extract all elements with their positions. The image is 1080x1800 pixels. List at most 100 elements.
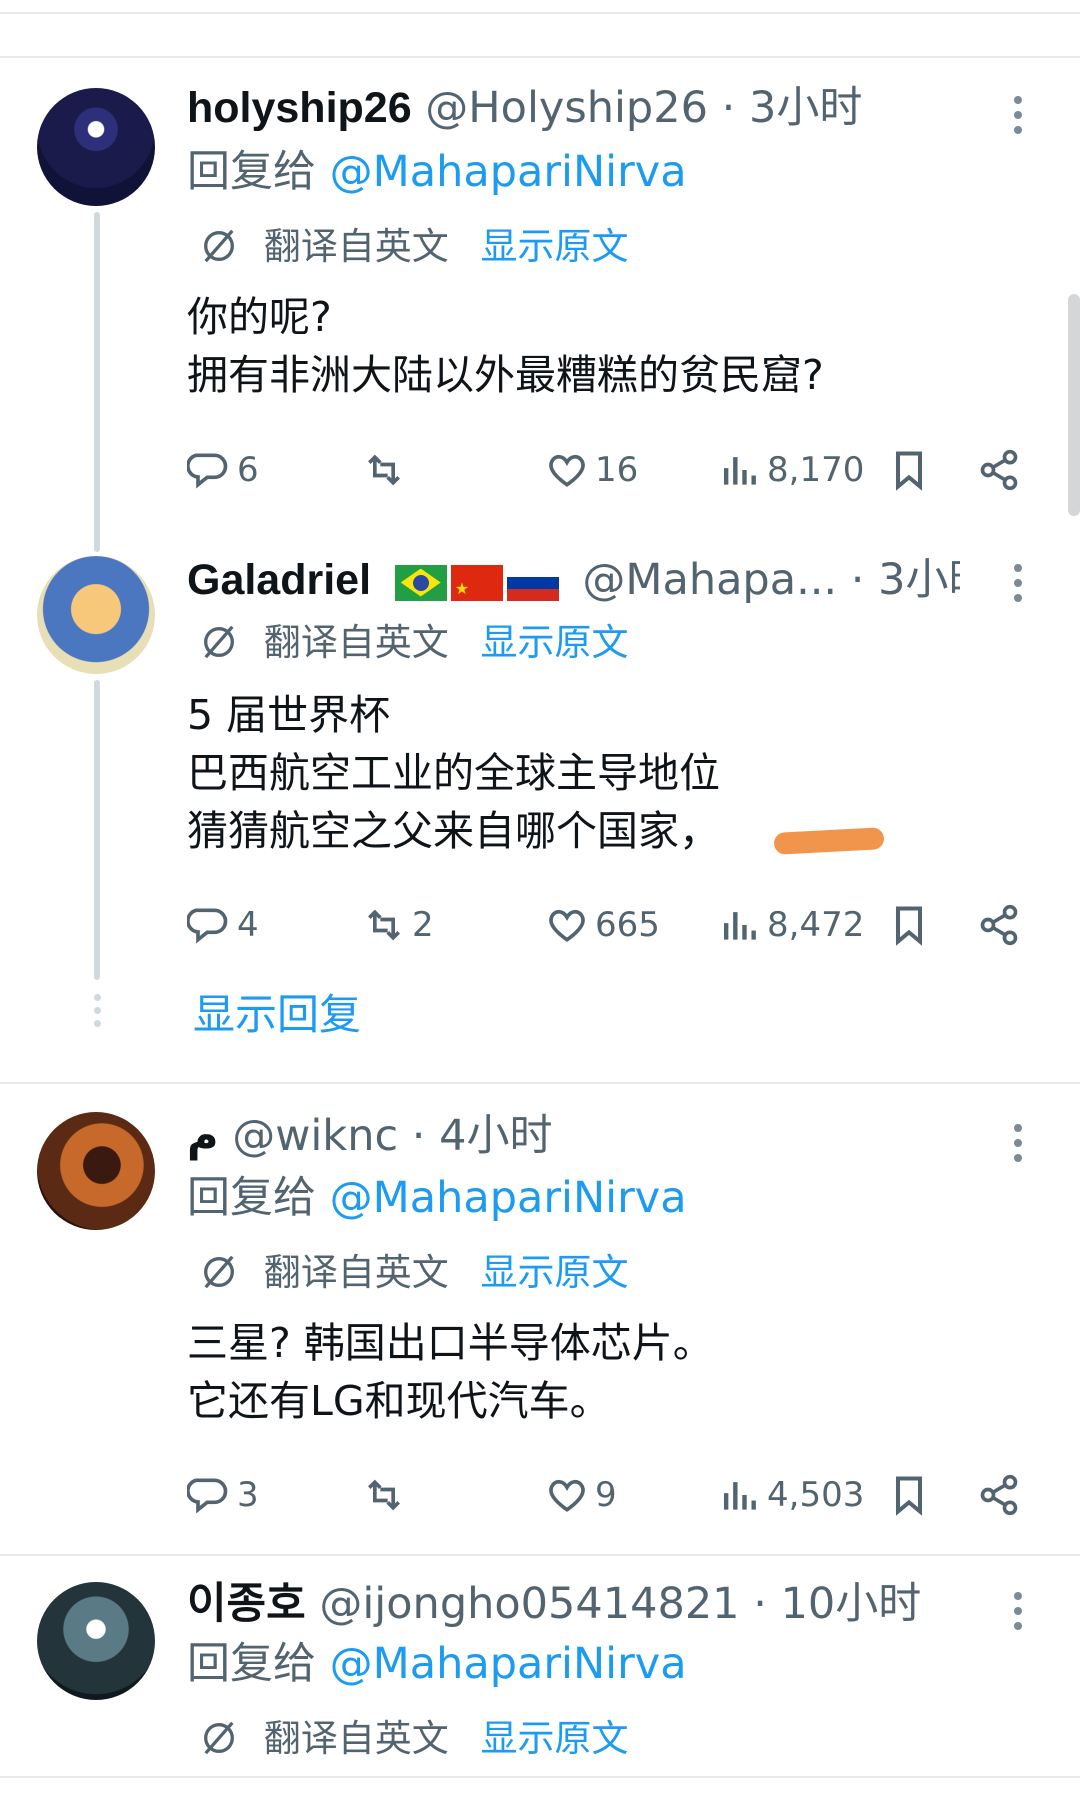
- heart-icon: [549, 454, 585, 487]
- avatar[interactable]: [37, 88, 155, 206]
- russia-flag-icon: [506, 564, 559, 601]
- action-bar: 6 16 8,170: [187, 445, 1027, 495]
- show-original-link[interactable]: 显示原文: [481, 1717, 629, 1760]
- views-button[interactable]: 4,503: [717, 1470, 864, 1520]
- show-original-link[interactable]: 显示原文: [481, 1251, 629, 1294]
- display-name[interactable]: Galadriel: [187, 556, 371, 604]
- tweet-text: 三星? 韩国出口半导体芯片。 它还有LG和现代汽车。: [187, 1314, 714, 1430]
- translated-label: 翻译自英文: [263, 1251, 449, 1294]
- thread-continuation-dots: [91, 994, 103, 1033]
- timestamp[interactable]: 3小时: [878, 555, 960, 605]
- like-button[interactable]: 9: [545, 1470, 617, 1520]
- more-options-icon[interactable]: [1012, 96, 1024, 141]
- divider: [0, 56, 1080, 58]
- separator: ·: [850, 555, 865, 605]
- thread-line: [94, 680, 100, 980]
- user-handle[interactable]: @Holyship26: [425, 83, 708, 133]
- tweet-line: 5 届世界杯: [187, 691, 391, 739]
- bottom-divider: [0, 1776, 1080, 1778]
- bookmark-button[interactable]: [887, 900, 937, 950]
- heart-icon: [549, 1479, 585, 1512]
- translation-bar: 翻译自英文 显示原文: [200, 1248, 629, 1298]
- china-flag-icon: [450, 561, 503, 608]
- more-options-icon[interactable]: [1012, 1124, 1024, 1169]
- more-options-icon[interactable]: [1012, 1592, 1024, 1637]
- user-handle[interactable]: @Mahapa...: [582, 555, 837, 605]
- tweet-line: 拥有非洲大陆以外最糟糕的贫民窟?: [187, 351, 824, 399]
- tweet-line: 三星? 韩国出口半导体芯片。: [187, 1319, 714, 1367]
- flag-emojis: [394, 561, 559, 608]
- timestamp[interactable]: 3小时: [749, 83, 862, 133]
- views-icon: [723, 1482, 756, 1510]
- share-icon: [980, 449, 1018, 491]
- divider: [0, 1554, 1080, 1556]
- scrollbar[interactable]: [1068, 294, 1080, 516]
- show-replies-link[interactable]: 显示回复: [193, 987, 361, 1043]
- user-handle[interactable]: @ijongho05414821: [319, 1579, 739, 1629]
- display-name[interactable]: holyship26: [187, 84, 412, 132]
- avatar[interactable]: [37, 556, 155, 674]
- share-button[interactable]: [977, 900, 1027, 950]
- bookmark-icon: [895, 451, 923, 491]
- reply-button[interactable]: 6: [187, 445, 259, 495]
- reply-to-label: 回复给: [187, 1639, 316, 1689]
- reply-button[interactable]: 3: [187, 1470, 259, 1520]
- user-handle[interactable]: @wiknc: [232, 1111, 398, 1161]
- reply-button[interactable]: 4: [187, 900, 259, 950]
- mention-link[interactable]: @MahapariNirva: [330, 1639, 687, 1689]
- tweet-line: 巴西航空工业的全球主导地位: [187, 749, 720, 797]
- tweet-text: 5 届世界杯 巴西航空工业的全球主导地位 猜猜航空之父来自哪个国家，: [187, 686, 720, 860]
- reply-to-label: 回复给: [187, 147, 316, 197]
- share-button[interactable]: [977, 1470, 1027, 1520]
- translate-icon: [204, 1721, 234, 1755]
- retweet-button[interactable]: [362, 1470, 412, 1520]
- tweet-header: 이종호 @ijongho05414821 · 10小时: [187, 1576, 960, 1632]
- like-count: 16: [595, 450, 639, 490]
- more-options-icon[interactable]: [1012, 564, 1024, 609]
- action-bar: 3 9 4,503: [187, 1470, 1027, 1520]
- reply-icon: [187, 908, 228, 944]
- brazil-flag-icon: [394, 564, 447, 601]
- views-icon: [723, 457, 756, 485]
- timestamp[interactable]: 10小时: [781, 1579, 922, 1629]
- timestamp[interactable]: 4小时: [439, 1111, 552, 1161]
- translated-label: 翻译自英文: [263, 1717, 449, 1760]
- share-icon: [980, 904, 1018, 946]
- translation-bar: 翻译自英文 显示原文: [200, 222, 629, 272]
- like-button[interactable]: 16: [545, 445, 638, 495]
- retweet-icon: [368, 909, 400, 941]
- views-icon: [723, 912, 756, 940]
- separator: ·: [753, 1579, 767, 1629]
- reply-count: 6: [237, 450, 259, 490]
- share-button[interactable]: [977, 445, 1027, 495]
- mention-link[interactable]: @MahapariNirva: [330, 147, 687, 197]
- view-count: 8,472: [767, 905, 865, 945]
- bookmark-button[interactable]: [887, 1470, 937, 1520]
- retweet-icon: [368, 454, 400, 486]
- show-original-link[interactable]: 显示原文: [481, 225, 629, 268]
- display-name[interactable]: 이종호: [187, 1580, 306, 1628]
- bookmark-icon: [895, 906, 923, 946]
- show-original-link[interactable]: 显示原文: [481, 621, 629, 664]
- views-button[interactable]: 8,472: [717, 900, 864, 950]
- tweet-line: 你的呢?: [187, 293, 332, 341]
- avatar[interactable]: [37, 1112, 155, 1230]
- tweet-text: 你的呢? 拥有非洲大陆以外最糟糕的贫民窟?: [187, 288, 824, 404]
- retweet-icon: [368, 1479, 400, 1511]
- translated-label: 翻译自英文: [263, 225, 449, 268]
- translate-icon: [204, 625, 234, 659]
- divider: [0, 1082, 1080, 1084]
- views-button[interactable]: 8,170: [717, 445, 864, 495]
- like-button[interactable]: 665: [545, 900, 660, 950]
- bookmark-button[interactable]: [887, 445, 937, 495]
- view-count: 4,503: [767, 1475, 865, 1515]
- reply-count: 3: [237, 1475, 259, 1515]
- display-name[interactable]: م: [187, 1112, 219, 1160]
- retweet-button[interactable]: [362, 445, 412, 495]
- like-count: 9: [595, 1475, 617, 1515]
- mention-link[interactable]: @MahapariNirva: [330, 1173, 687, 1223]
- retweet-button[interactable]: 2: [362, 900, 434, 950]
- share-icon: [980, 1474, 1018, 1516]
- avatar[interactable]: [37, 1582, 155, 1700]
- top-divider: [0, 12, 1080, 14]
